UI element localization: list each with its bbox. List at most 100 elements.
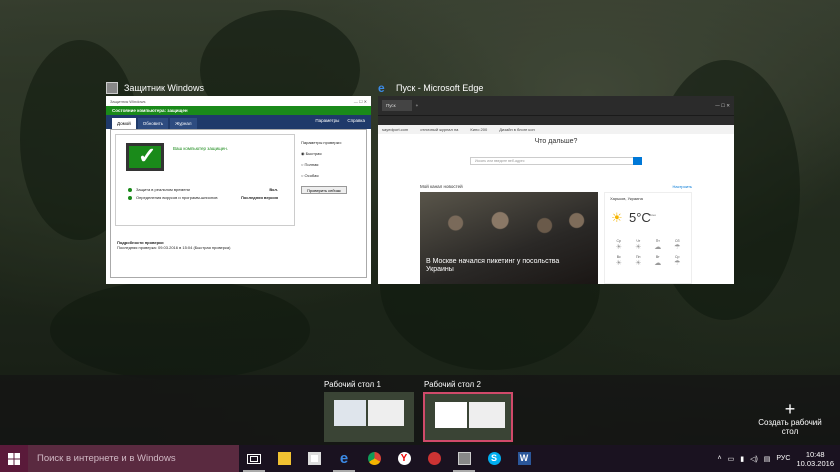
forecast-day-label: Вс <box>616 255 621 259</box>
desktop-1-thumbnail[interactable] <box>324 392 414 442</box>
new-desktop-button[interactable]: + Создать рабочий стол <box>750 400 830 436</box>
task-view-button[interactable] <box>239 445 269 472</box>
sun-icon: ☀ <box>635 244 642 251</box>
forecast-day: Сб ☂ <box>668 239 688 251</box>
taskbar-app-word[interactable]: W <box>509 445 539 472</box>
forecast-day-label: Чт <box>636 239 641 243</box>
taskbar-search-input[interactable]: Поиск в интернете и в Windows <box>28 445 239 472</box>
defender-status-panel: Ваш компьютер защищен. Защита в реальном… <box>115 134 295 226</box>
search-placeholder: Поиск в интернете и в Windows <box>37 453 176 464</box>
virtual-desktops-bar: Рабочий стол 1 Рабочий стол 2 + Создать … <box>0 375 840 445</box>
clock[interactable]: 10:48 10.03.2016 <box>796 450 834 468</box>
action-center-icon[interactable]: ▤ <box>764 455 771 463</box>
sun-icon: ☀ <box>615 260 622 267</box>
forecast-day: Вт ☁ <box>648 255 668 267</box>
protected-text: Ваш компьютер защищен. <box>173 146 228 151</box>
forecast-day: Вс ☀ <box>609 255 629 267</box>
scan-options-title: Параметры проверки: <box>301 140 342 145</box>
forecast-day: Ср ☀ <box>609 239 629 251</box>
mini-window <box>368 400 404 426</box>
defender-tabs: Домой Обновить Журнал Параметры Справка <box>106 115 371 129</box>
edge-window[interactable]: Пуск + — ☐ ✕ sayedport.com отличный журн… <box>378 96 734 284</box>
forecast-day-label: Пт <box>655 239 660 243</box>
language-indicator[interactable]: РУС <box>776 455 790 462</box>
scan-option-custom[interactable]: ○ Особая <box>301 173 342 178</box>
window-title-text: Защитник Windows <box>124 83 204 93</box>
new-tab-icon[interactable]: + <box>416 103 419 108</box>
defender-window[interactable]: Защитник Windows — ☐ ✕ Состояние компьют… <box>106 96 371 284</box>
settings-link[interactable]: Параметры <box>315 118 339 123</box>
news-caption: В Москве начался пикетинг у посольства У… <box>426 258 560 273</box>
yandex-icon: Y <box>397 452 411 465</box>
favorite-item[interactable]: sayedport.com <box>382 127 408 132</box>
start-search-input[interactable]: Искать или введите веб-адрес <box>470 157 642 165</box>
status-ok-icon <box>128 187 132 192</box>
window-title-edge[interactable]: e Пуск - Microsoft Edge <box>378 82 483 94</box>
taskbar-app-defender[interactable] <box>449 445 479 472</box>
help-link[interactable]: Справка <box>347 118 365 123</box>
search-go-button[interactable] <box>633 157 642 165</box>
taskbar-app-chrome[interactable] <box>359 445 389 472</box>
realtime-row: Защита в реальном времени Вкл. <box>128 187 278 192</box>
taskbar-app-ccleaner[interactable] <box>419 445 449 472</box>
forecast-day-label: Вт <box>655 255 660 259</box>
taskbar: Поиск в интернете и в Windows e Y S W ˄ … <box>0 445 840 472</box>
window-controls: — ☐ ✕ <box>353 98 367 104</box>
start-headline: Что дальше? <box>534 138 578 145</box>
edge-tab[interactable]: Пуск <box>382 100 412 111</box>
scan-option-quick[interactable]: ◉ Быстрая <box>301 151 342 156</box>
forecast-day: Чт ☀ <box>629 239 649 251</box>
edge-tabbar: Пуск + — ☐ ✕ <box>378 96 734 115</box>
customize-link[interactable]: Настроить <box>672 184 692 189</box>
store-icon <box>307 452 321 465</box>
scan-now-button[interactable]: Проверить сейчас <box>301 186 347 194</box>
start-button[interactable] <box>0 445 28 472</box>
tab-update[interactable]: Обновить <box>137 118 169 129</box>
tab-history[interactable]: Журнал <box>170 118 197 129</box>
plus-icon: + <box>784 399 796 419</box>
tab-home[interactable]: Домой <box>112 118 136 129</box>
chevron-up-icon[interactable]: ˄ <box>718 455 722 462</box>
windows-logo-icon <box>8 452 20 465</box>
clock-time: 10:48 <box>805 449 825 459</box>
news-feed-label: Мой канал новостей <box>420 184 463 189</box>
edge-icon: e <box>378 81 385 95</box>
new-desktop-label: Создать рабочий стол <box>758 418 822 436</box>
weather-desc: Ясно <box>649 213 656 217</box>
ccleaner-icon <box>427 452 441 465</box>
edge-address-bar[interactable] <box>378 115 734 125</box>
scan-option-label: Полная <box>304 162 319 167</box>
cloud-icon: ☁ <box>654 260 662 267</box>
weather-forecast: Ср ☀ Чт ☀ Пт ☁ Сб ☂ Вс ☀ Пн ☀ Вт ☁ Ср ☂ <box>609 239 687 267</box>
taskbar-app-skype[interactable]: S <box>479 445 509 472</box>
sun-icon: ☀ <box>615 244 622 251</box>
taskbar-app-yandex[interactable]: Y <box>389 445 419 472</box>
favorite-item[interactable]: отличный журнал на <box>420 127 458 132</box>
desktop-2-thumbnail[interactable] <box>423 392 513 442</box>
protected-monitor-icon <box>126 143 164 171</box>
taskbar-app-store[interactable] <box>299 445 329 472</box>
system-tray: ˄ ▭ ▮ ◁) ▤ РУС 10:48 10.03.2016 <box>718 450 840 468</box>
network-icon[interactable]: ▭ <box>728 455 735 463</box>
row-value: Вкл. <box>269 187 278 192</box>
word-icon: W <box>517 452 531 465</box>
volume-icon[interactable]: ◁) <box>750 455 758 463</box>
news-card[interactable]: В Москве начался пикетинг у посольства У… <box>420 192 598 284</box>
file-explorer-icon <box>277 452 291 465</box>
favorite-item[interactable]: Дизайн в блоге кон <box>499 127 534 132</box>
scan-option-full[interactable]: ○ Полная <box>301 162 342 167</box>
forecast-day-label: Ср <box>616 239 621 243</box>
battery-icon[interactable]: ▮ <box>740 455 744 463</box>
sun-icon: ☀ <box>635 260 642 267</box>
taskbar-app-explorer[interactable] <box>269 445 299 472</box>
weather-card[interactable]: Харьков, Украина ☀ 5°C Ясно Ср ☀ Чт ☀ Пт ☁ … <box>604 192 692 284</box>
defender-titlebar-text: Защитник Windows <box>110 98 146 104</box>
definitions-row: Определения вирусов и программ-шпионов П… <box>128 195 278 200</box>
scan-option-label: Особая <box>304 173 319 178</box>
favorite-item[interactable]: Кино 200 <box>470 127 487 132</box>
window-title-defender[interactable]: Защитник Windows <box>106 82 204 94</box>
defender-status-bar: Состояние компьютера: защищен <box>106 106 371 115</box>
taskbar-app-edge[interactable]: e <box>329 445 359 472</box>
mini-window <box>334 400 366 426</box>
window-controls: — ☐ ✕ <box>715 102 730 108</box>
